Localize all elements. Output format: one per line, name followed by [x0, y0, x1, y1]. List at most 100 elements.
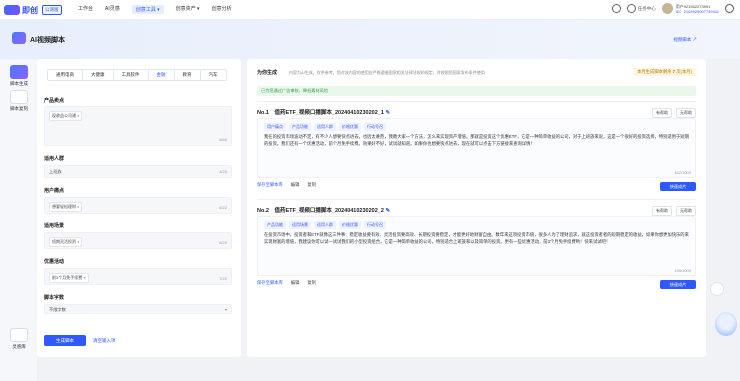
- user-menu[interactable]: 用户921552273991 ID：2104929007739311: [661, 3, 719, 14]
- script-form: 通用电商 大健康 工具软件 金融 教育 汽车 产品卖点 现收益公司通 × 6/6…: [37, 59, 241, 357]
- tag: 用户痛点: [264, 123, 286, 131]
- tag-list: 用户痛点 产品功能 适用人群 价格优惠 行动号召: [264, 123, 386, 131]
- remaining-count-badge: 本月生成脚本剩余 7 次(本月): [633, 68, 696, 76]
- task-center-label: 任务中心: [637, 5, 656, 11]
- result-card: No.2 值药ETF_视频口播脚本_20240410230202_2 ✎ 有帮助…: [257, 199, 696, 292]
- tab-auto[interactable]: 汽车: [201, 70, 226, 80]
- nav-creative-tools[interactable]: 创意工具 ▾: [131, 5, 164, 14]
- script-content: 我在的投资市场波动不定，有不少人想要快点进去，也因太难熬，我教大家一个方法，怎么…: [264, 134, 689, 146]
- promo-label: 优惠活动: [44, 259, 65, 265]
- logo-text: 即创: [22, 5, 38, 15]
- unhelpful-button[interactable]: 无帮助: [676, 206, 696, 216]
- edit-button[interactable]: 编辑: [291, 280, 300, 286]
- product-field[interactable]: 现收益公司通 × 6/60: [44, 106, 232, 146]
- edit-button[interactable]: 编辑: [291, 182, 300, 188]
- result-title: No.1 值药ETF_视频口播脚本_20240410230202_1 ✎: [257, 110, 391, 116]
- generate-script-button[interactable]: 生成脚本: [44, 335, 86, 346]
- result-actions: 保存至脚本库 编辑 复制: [257, 182, 316, 188]
- top-nav: 工作台 AI灵感 创意工具 ▾ 创意资产 ▾ 创意分析: [78, 5, 232, 14]
- words-value: 不限字数: [49, 307, 66, 312]
- sidebar-item-generate[interactable]: 脚本生成: [7, 65, 31, 87]
- helpful-button[interactable]: 有帮助: [652, 206, 672, 216]
- results-panel: 为你生成 内容为AI生成，仅供参考，您对该内容的使用应严格遵循国家相关法律法规的…: [247, 59, 706, 357]
- tag: 价格优惠: [339, 221, 361, 229]
- video-script-icon: [12, 32, 26, 44]
- result-actions: 保存至脚本库 编辑 复制: [257, 280, 316, 286]
- product-chip[interactable]: 现收益公司通 ×: [49, 111, 83, 121]
- logo-icon: [4, 5, 20, 15]
- scene-count: 6/22: [219, 240, 227, 245]
- gear-icon[interactable]: [725, 4, 734, 13]
- product-count: 6/60: [219, 137, 227, 142]
- chevron-down-icon: ▾: [224, 307, 227, 312]
- avatar: [661, 3, 673, 14]
- review-notice: 已为您通过广告审核，降低素材风险: [257, 86, 696, 96]
- tab-ecommerce[interactable]: 通用电商: [48, 70, 83, 80]
- tab-health[interactable]: 大健康: [83, 70, 114, 80]
- beta-badge: 公测版: [42, 5, 62, 15]
- save-to-library-button[interactable]: 保存至脚本库: [257, 280, 283, 286]
- user-id: ID：2104929007739311: [675, 8, 719, 14]
- save-to-library-button[interactable]: 保存至脚本库: [257, 182, 283, 188]
- pain-label: 用户痛点: [44, 188, 65, 194]
- sidebar-item-inspiration[interactable]: 灵感库: [7, 328, 31, 350]
- tab-finance[interactable]: 金融: [149, 70, 175, 80]
- remaining-count: 7: [672, 69, 676, 74]
- edit-title-icon[interactable]: ✎: [385, 110, 390, 116]
- tag: 产品功能: [289, 123, 311, 131]
- app-logo[interactable]: 即创 公测版: [4, 4, 62, 16]
- nav-workbench[interactable]: 工作台: [78, 5, 93, 14]
- back-to-top-icon[interactable]: [710, 282, 724, 296]
- result-content-box[interactable]: 用户痛点 产品功能 适用人群 价格优惠 行动号召 我在的投资市场波动不定，有不少…: [257, 118, 696, 178]
- promo-field[interactable]: 前3个月免手续费 × 7/22: [44, 268, 232, 285]
- copy-button[interactable]: 复制: [307, 182, 316, 188]
- nav-creative-assets[interactable]: 创意资产 ▾: [176, 5, 200, 14]
- sidebar-item-replicate[interactable]: 脚本复刻: [7, 90, 31, 112]
- helpful-button[interactable]: 有帮助: [652, 108, 672, 118]
- quick-video-button[interactable]: 快速成片: [660, 182, 696, 191]
- tab-education[interactable]: 教育: [175, 70, 201, 80]
- pain-chip[interactable]: 想要轻松理财 ×: [49, 202, 83, 212]
- tab-software[interactable]: 工具软件: [114, 70, 149, 80]
- tag: 行动号召: [364, 123, 386, 131]
- pain-field[interactable]: 想要轻松理财 × 6/22: [44, 197, 232, 214]
- words-label: 脚本字数: [44, 295, 65, 301]
- sidebar: 脚本生成 脚本复刻 灵感库: [0, 59, 37, 381]
- unhelpful-button[interactable]: 无帮助: [676, 108, 696, 118]
- audience-count: 3/20: [219, 169, 227, 174]
- assistant-mascot-icon[interactable]: [715, 312, 737, 336]
- pain-count: 6/22: [219, 205, 227, 210]
- scene-chip[interactable]: 短期灵活投资 ×: [49, 237, 83, 247]
- task-center[interactable]: 任务中心: [626, 4, 656, 13]
- tag-list: 产品功能 适用场景 适用人群 价格优惠 行动号召: [264, 221, 386, 229]
- tag: 适用人群: [314, 123, 336, 131]
- result-title: No.2 值药ETF_视频口播脚本_20240410230202_2 ✎: [257, 208, 391, 214]
- promo-count: 7/22: [219, 276, 227, 281]
- task-center-icon: [626, 4, 636, 13]
- clear-inputs-button[interactable]: 清空输入项: [93, 338, 116, 344]
- char-count: 195/1000: [674, 268, 691, 273]
- nav-ai-inspiration[interactable]: AI灵感: [105, 5, 120, 14]
- edit-title-icon[interactable]: ✎: [385, 208, 390, 214]
- product-label: 产品卖点: [44, 98, 65, 104]
- words-select[interactable]: 不限字数 ▾: [44, 304, 232, 314]
- nav-creative-analysis[interactable]: 创意分析: [212, 5, 232, 14]
- notification-icon[interactable]: [611, 4, 621, 13]
- result-content-box[interactable]: 产品功能 适用场景 适用人群 价格优惠 行动号召 在投资市场中，投资者和ETF就…: [257, 216, 696, 276]
- page-header: [0, 20, 740, 59]
- promo-chip[interactable]: 前3个月免手续费 ×: [49, 273, 89, 283]
- scene-field[interactable]: 短期灵活投资 × 6/22: [44, 232, 232, 249]
- tag: 产品功能: [264, 221, 286, 229]
- quick-video-button[interactable]: 快速成片: [660, 280, 696, 289]
- top-bar: 即创 公测版 工作台 AI灵感 创意工具 ▾ 创意资产 ▾ 创意分析 任务中心 …: [0, 0, 740, 20]
- video-script-link[interactable]: 视频脚本 ↗: [673, 37, 697, 43]
- script-generate-icon: [10, 65, 28, 79]
- char-count: 162/1000: [674, 170, 691, 175]
- sidebar-item-label: 脚本复刻: [10, 106, 28, 111]
- sidebar-item-label: 脚本生成: [10, 81, 28, 86]
- copy-button[interactable]: 复制: [307, 280, 316, 286]
- tag: 适用人群: [314, 221, 336, 229]
- audience-field[interactable]: 上班族 3/20: [44, 165, 232, 178]
- results-title: 为你生成: [257, 70, 278, 76]
- tag: 价格优惠: [339, 123, 361, 131]
